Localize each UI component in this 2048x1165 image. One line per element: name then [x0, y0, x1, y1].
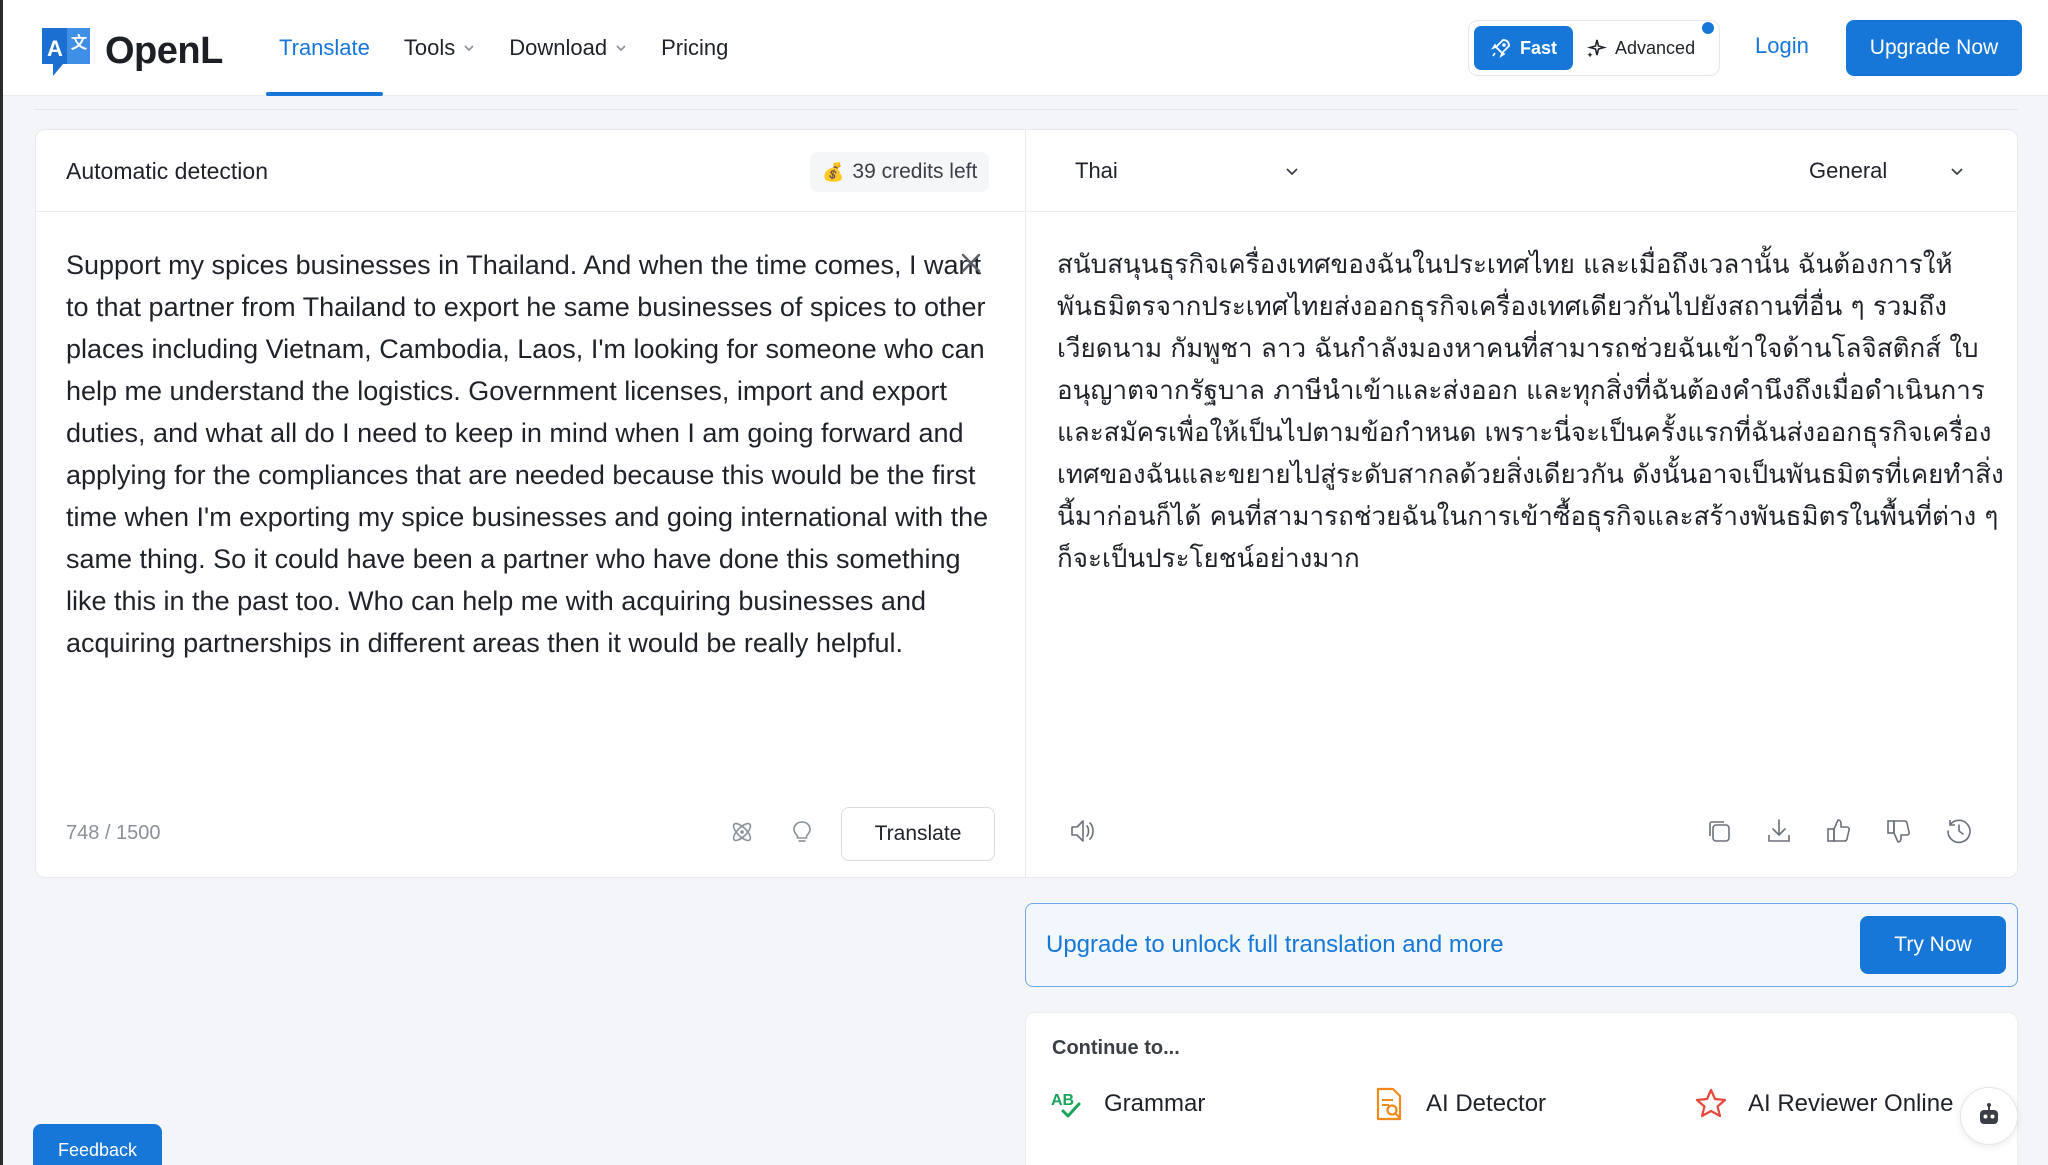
fast-mode-button[interactable]: Fast — [1474, 26, 1574, 70]
top-header: A 文 OpenL Translate Tools Download Prici… — [3, 0, 2048, 96]
tool-ai-reviewer-label: AI Reviewer Online — [1748, 1090, 1954, 1117]
panel-divider — [1025, 130, 1026, 877]
chevron-down-icon — [616, 45, 626, 52]
notification-dot — [1702, 22, 1714, 34]
svg-text:A: A — [47, 36, 63, 61]
credits-badge: 💰 39 credits left — [810, 152, 990, 192]
svg-text:文: 文 — [71, 33, 88, 52]
main-nav: Translate Tools Download Pricing — [266, 0, 749, 96]
translate-button[interactable]: Translate — [841, 807, 995, 861]
lightbulb-icon[interactable] — [788, 818, 816, 846]
try-now-button[interactable]: Try Now — [1860, 916, 2006, 974]
thumbs-down-icon[interactable] — [1884, 816, 1914, 846]
nav-download[interactable]: Download — [496, 0, 640, 96]
login-link[interactable]: Login — [1755, 33, 1809, 59]
advanced-mode-label: Advanced — [1615, 37, 1696, 58]
tool-ai-detector-label: AI Detector — [1426, 1090, 1547, 1117]
robot-icon — [1980, 1103, 1998, 1124]
nav-pricing-label: Pricing — [661, 35, 729, 60]
download-icon[interactable] — [1764, 816, 1794, 846]
sparkle-icon — [1586, 39, 1608, 58]
upgrade-now-button[interactable]: Upgrade Now — [1846, 20, 2022, 76]
rocket-icon — [1491, 39, 1510, 58]
svg-text:AB: AB — [1051, 1092, 1074, 1109]
separator — [34, 109, 2018, 110]
ai-reviewer-icon — [1692, 1085, 1730, 1123]
character-counter: 748 / 1500 — [66, 822, 161, 844]
tool-ai-detector[interactable]: AI Detector — [1370, 1085, 1546, 1123]
upgrade-banner-text: Upgrade to unlock full translation and m… — [1046, 931, 1504, 958]
upgrade-banner: Upgrade to unlock full translation and m… — [1025, 903, 2018, 987]
translation-panel: Automatic detection 💰 39 credits left Th… — [35, 129, 2018, 878]
tool-ai-reviewer[interactable]: AI Reviewer Online — [1692, 1085, 1953, 1123]
translation-output: สนับสนุนธุรกิจเครื่องเทศของฉันในประเทศไท… — [1057, 250, 2004, 574]
logo[interactable]: A 文 OpenL — [39, 24, 223, 78]
window-edge — [0, 0, 3, 1165]
chevron-down-icon[interactable] — [1949, 164, 1965, 180]
fast-mode-label: Fast — [1520, 37, 1558, 58]
mode-toggle: Fast Advanced — [1468, 20, 1720, 76]
source-language-select[interactable]: Automatic detection — [66, 158, 268, 185]
tool-grammar[interactable]: AB Grammar — [1048, 1085, 1205, 1123]
target-language-select[interactable]: Thai — [1075, 158, 1118, 184]
money-bag-icon: 💰 — [822, 161, 845, 182]
openl-logo-icon: A 文 — [39, 24, 93, 78]
panel-header-divider — [36, 211, 2017, 212]
continue-title: Continue to... — [1052, 1037, 1180, 1059]
nav-tools[interactable]: Tools — [391, 0, 488, 96]
thumbs-up-icon[interactable] — [1824, 816, 1854, 846]
copy-icon[interactable] — [1704, 816, 1734, 846]
tone-select[interactable]: General — [1809, 158, 1887, 184]
grammar-icon: AB — [1048, 1085, 1086, 1123]
nav-translate[interactable]: Translate — [266, 0, 383, 96]
feedback-button[interactable]: Feedback — [33, 1124, 162, 1165]
nav-translate-label: Translate — [279, 35, 370, 60]
chat-assistant-button[interactable] — [1960, 1087, 2018, 1145]
ai-detector-icon — [1370, 1085, 1408, 1123]
tool-grammar-label: Grammar — [1104, 1090, 1206, 1117]
chevron-down-icon — [464, 45, 474, 52]
advanced-mode-button[interactable]: Advanced — [1573, 26, 1707, 70]
history-icon[interactable] — [1944, 816, 1974, 846]
source-text-input[interactable]: Support my spices businesses in Thailand… — [66, 244, 1006, 664]
nav-download-label: Download — [509, 35, 608, 60]
chevron-down-icon[interactable] — [1284, 164, 1300, 180]
speaker-icon[interactable] — [1067, 816, 1097, 846]
app-name: OpenL — [105, 29, 223, 72]
continue-card: Continue to... AB Grammar AI Detector AI… — [1025, 1012, 2018, 1165]
atom-icon[interactable] — [728, 818, 756, 846]
credits-label: 39 credits left — [852, 160, 978, 183]
clear-icon[interactable] — [958, 250, 984, 276]
nav-tools-label: Tools — [403, 35, 456, 60]
nav-pricing[interactable]: Pricing — [648, 0, 741, 96]
